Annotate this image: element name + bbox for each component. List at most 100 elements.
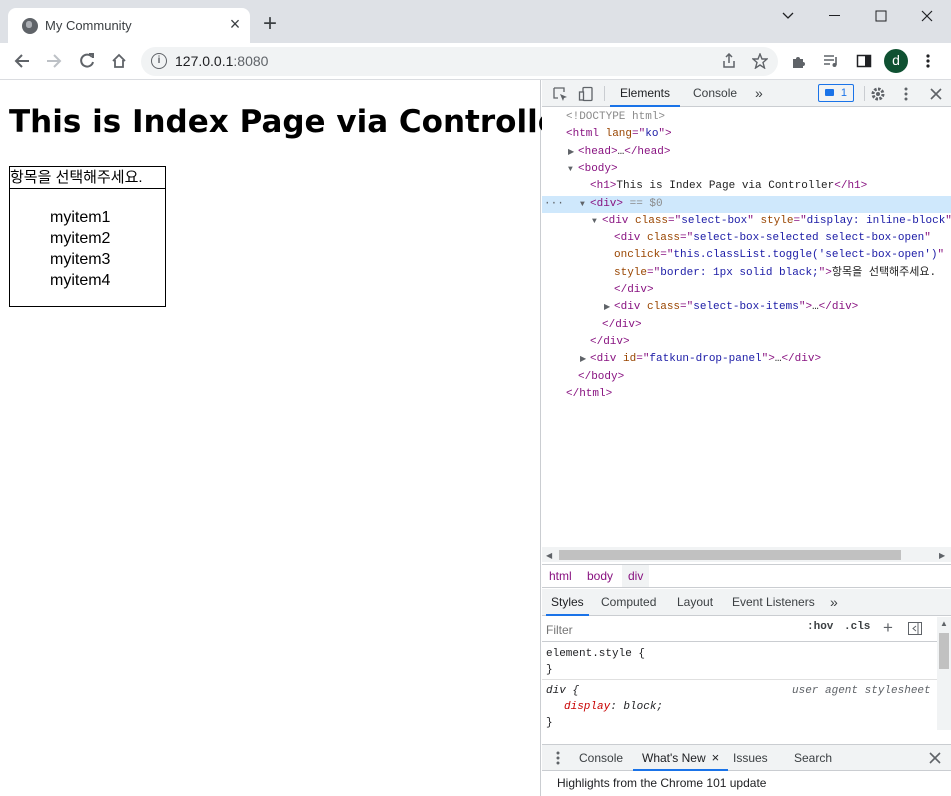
dom-token: =": [660, 249, 674, 262]
dom-token: <head>: [578, 145, 618, 158]
drawer-tab-issues[interactable]: Issues: [733, 745, 768, 771]
device-toolbar-icon[interactable]: [574, 82, 598, 106]
address-bar[interactable]: i 127.0.0.1:8080: [141, 47, 778, 76]
scroll-left-icon[interactable]: ◀: [546, 551, 552, 560]
expand-triangle-icon[interactable]: ▶: [568, 144, 578, 161]
new-tab-button[interactable]: +: [258, 12, 282, 37]
close-devtools-icon[interactable]: [924, 82, 948, 106]
close-tab-icon[interactable]: ×: [226, 15, 244, 33]
reload-icon[interactable]: [75, 49, 99, 73]
tab-event-listeners[interactable]: Event Listeners: [732, 589, 815, 616]
dom-token: display: inline-block: [806, 214, 946, 227]
css-property[interactable]: display: block;: [564, 699, 663, 715]
tab-layout[interactable]: Layout: [677, 589, 713, 616]
extensions-icon[interactable]: [787, 49, 811, 73]
dom-token: select-box-items: [693, 301, 799, 314]
tab-console[interactable]: Console: [693, 80, 737, 107]
toggle-sidebar-icon[interactable]: [908, 622, 922, 635]
dom-node-line[interactable]: ▶ <div id="fatkun-drop-panel">…</div>: [542, 351, 951, 368]
tab-computed[interactable]: Computed: [601, 589, 656, 616]
scrollbar-thumb[interactable]: [939, 633, 949, 669]
back-arrow-icon[interactable]: [10, 49, 34, 73]
dom-node-line[interactable]: onclick="this.classList.toggle('select-b…: [542, 247, 951, 264]
expand-triangle-icon[interactable]: ▶: [604, 299, 614, 316]
vertical-scrollbar[interactable]: ▲: [937, 617, 951, 730]
select-box-item[interactable]: myitem2: [50, 228, 110, 249]
globe-icon: [22, 18, 38, 34]
profile-avatar[interactable]: d: [884, 49, 908, 73]
media-queue-icon[interactable]: [819, 49, 843, 73]
element-style-selector[interactable]: element.style {: [546, 646, 645, 662]
breadcrumb-html[interactable]: html: [549, 565, 572, 587]
drawer-tab-whats-new[interactable]: What's New ×: [633, 745, 729, 771]
title-bar: My Community × +: [0, 0, 951, 43]
styles-filter-input[interactable]: [546, 620, 796, 639]
scrollbar-thumb[interactable]: [559, 550, 901, 560]
dom-node-line[interactable]: <h1>This is Index Page via Controller</h…: [542, 178, 951, 195]
dom-node-line[interactable]: </html>: [542, 386, 951, 403]
tab-elements[interactable]: Elements: [610, 80, 680, 107]
node-actions-icon[interactable]: ···: [544, 196, 564, 213]
tab-styles[interactable]: Styles: [546, 589, 589, 616]
settings-gear-icon[interactable]: [866, 82, 890, 106]
more-tabs-icon[interactable]: »: [830, 589, 838, 616]
dom-node-line[interactable]: </body>: [542, 369, 951, 386]
minimize-button[interactable]: [812, 0, 858, 32]
info-icon[interactable]: i: [151, 53, 167, 69]
dom-node-line[interactable]: ··· ▼ <div> == $0: [542, 195, 951, 213]
dom-node-line[interactable]: ▼ <div class="select-box" style="display:…: [542, 213, 951, 230]
dom-node-line[interactable]: ▶ <div class="select-box-items">…</div>: [542, 299, 951, 316]
collapse-triangle-icon[interactable]: ▼: [580, 196, 590, 213]
horizontal-scrollbar[interactable]: ◀ ▶: [542, 547, 951, 562]
close-window-button[interactable]: [904, 0, 950, 32]
close-drawer-icon[interactable]: [929, 752, 941, 764]
devtools-panel: Elements Console » 1 <!DOCTYPE html> <htm…: [542, 80, 951, 796]
whats-new-content: Highlights from the Chrome 101 update: [557, 776, 767, 790]
collapse-triangle-icon[interactable]: ▼: [592, 213, 602, 230]
breadcrumb-div[interactable]: div: [622, 565, 650, 587]
share-icon[interactable]: [717, 49, 741, 73]
dom-node-line[interactable]: <!DOCTYPE html>: [542, 109, 951, 126]
dom-token: …: [812, 301, 819, 314]
dom-node-line[interactable]: </div>: [542, 334, 951, 351]
select-box-item[interactable]: myitem1: [50, 207, 110, 228]
scroll-right-icon[interactable]: ▶: [939, 551, 945, 560]
side-panel-icon[interactable]: [852, 49, 876, 73]
browser-tab[interactable]: My Community ×: [8, 8, 250, 43]
collapse-triangle-icon[interactable]: ▼: [568, 161, 578, 178]
maximize-button[interactable]: [858, 0, 904, 32]
dom-node-line[interactable]: ▶ <head>…</head>: [542, 144, 951, 161]
breadcrumb-body[interactable]: body: [587, 565, 613, 587]
dom-node-line[interactable]: <html lang="ko">: [542, 126, 951, 143]
select-box-item[interactable]: myitem3: [50, 249, 110, 270]
forward-arrow-icon[interactable]: [42, 49, 66, 73]
dom-node-line[interactable]: </div>: [542, 282, 951, 299]
dom-node-line[interactable]: style="border: 1px solid black;">항목을 선택해…: [542, 265, 951, 282]
bookmark-star-icon[interactable]: [748, 49, 772, 73]
dom-token: ": [747, 214, 761, 227]
hov-toggle[interactable]: :hov: [807, 621, 833, 633]
home-icon[interactable]: [107, 49, 131, 73]
devtools-menu-icon[interactable]: [894, 82, 918, 106]
tab-search-icon[interactable]: [765, 0, 811, 32]
inspect-element-icon[interactable]: [548, 82, 572, 106]
more-tabs-icon[interactable]: »: [755, 80, 763, 107]
drawer-tab-console[interactable]: Console: [579, 745, 623, 771]
dom-node-line[interactable]: <div class="select-box-selected select-b…: [542, 230, 951, 247]
cls-toggle[interactable]: .cls: [844, 621, 870, 633]
dom-node-line[interactable]: </div>: [542, 317, 951, 334]
kebab-menu-icon[interactable]: [916, 49, 940, 73]
issues-badge[interactable]: 1: [818, 84, 854, 102]
dom-node-line[interactable]: ▼ <body>: [542, 161, 951, 178]
select-box-item[interactable]: myitem4: [50, 270, 110, 291]
close-drawer-tab-icon[interactable]: ×: [712, 750, 720, 765]
breadcrumb: html body div: [542, 564, 951, 588]
new-style-rule-icon[interactable]: +: [883, 618, 893, 638]
url-text[interactable]: 127.0.0.1:8080: [175, 53, 268, 69]
scroll-up-icon[interactable]: ▲: [940, 619, 948, 628]
drawer-tab-search[interactable]: Search: [794, 745, 832, 771]
select-box-selected[interactable]: 항목을 선택해주세요.: [10, 167, 165, 189]
div-selector[interactable]: div {: [546, 683, 579, 699]
drawer-menu-icon[interactable]: [556, 751, 560, 765]
expand-triangle-icon[interactable]: ▶: [580, 351, 590, 368]
